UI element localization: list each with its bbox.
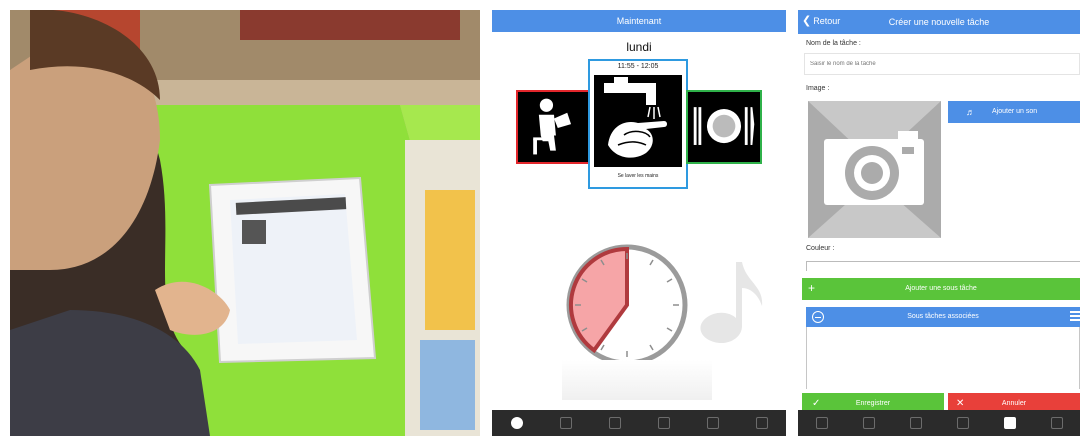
gear-icon[interactable] xyxy=(755,417,768,429)
classroom-photo xyxy=(10,10,480,436)
current-time-range: 11:55 - 12:05 xyxy=(617,63,659,70)
wash-hands-pictogram-icon xyxy=(594,75,682,167)
minus-circle-icon[interactable] xyxy=(812,311,824,323)
now-screen: Maintenant lundi 11:55 - 12:05 Se laver … xyxy=(492,10,786,436)
timer-base xyxy=(562,360,712,400)
cancel-label: Annuler xyxy=(1001,400,1027,407)
image-picker[interactable] xyxy=(808,101,941,238)
mail-icon[interactable] xyxy=(956,417,969,429)
color-label: Couleur : xyxy=(806,245,835,252)
save-label: Enregistrer xyxy=(855,400,891,407)
color-picker[interactable] xyxy=(806,261,1080,271)
chevron-left-icon: ❮ xyxy=(802,15,812,27)
task-name-input[interactable] xyxy=(804,53,1080,75)
folder-icon[interactable] xyxy=(1003,417,1016,429)
current-task-caption: Se laver les mains xyxy=(617,173,659,179)
clock-icon[interactable] xyxy=(815,417,828,429)
photo-illustration xyxy=(10,10,480,436)
create-task-header: Créer une nouvelle tâche ❮ Retour xyxy=(798,10,1080,34)
current-task-card[interactable]: 11:55 - 12:05 Se laver les mains xyxy=(588,59,688,189)
subtasks-list xyxy=(806,327,1080,389)
add-subtask-button[interactable]: + Ajouter une sous tâche xyxy=(802,278,1080,300)
image-label: Image : xyxy=(806,85,830,92)
camera-icon xyxy=(808,101,941,238)
reading-pictogram-icon xyxy=(533,98,572,155)
hamburger-menu-icon[interactable] xyxy=(1070,311,1080,321)
calendar-icon[interactable] xyxy=(862,417,875,429)
page-title: Créer une nouvelle tâche xyxy=(888,17,990,27)
plus-icon: + xyxy=(808,281,816,295)
folder-icon[interactable] xyxy=(706,417,719,429)
add-sound-label: Ajouter un son xyxy=(992,108,1038,115)
create-task-screen: Créer une nouvelle tâche ❮ Retour Nom de … xyxy=(798,10,1080,436)
gear-icon[interactable] xyxy=(1050,417,1063,429)
document-icon[interactable] xyxy=(608,417,621,429)
subtasks-title: Sous tâches associées xyxy=(907,313,979,320)
back-label: Retour xyxy=(813,16,841,26)
clock-icon[interactable] xyxy=(510,417,523,429)
next-task-card[interactable] xyxy=(686,90,762,164)
timer-clock xyxy=(566,244,688,366)
add-sound-button[interactable]: ♬ Ajouter un son xyxy=(948,101,1080,123)
now-header: Maintenant xyxy=(492,10,786,32)
add-subtask-label: Ajouter une sous tâche xyxy=(905,285,977,292)
create-task-tab-bar xyxy=(798,410,1080,436)
meal-pictogram-icon xyxy=(693,107,755,145)
task-name-label: Nom de la tâche : xyxy=(806,40,861,47)
music-note-icon[interactable] xyxy=(690,256,770,346)
previous-task-card[interactable] xyxy=(516,90,592,164)
subtasks-header: Sous tâches associées xyxy=(806,307,1080,327)
now-tab-bar xyxy=(492,410,786,436)
mail-icon[interactable] xyxy=(657,417,670,429)
back-button[interactable]: ❮ Retour xyxy=(802,10,840,32)
calendar-icon[interactable] xyxy=(559,417,572,429)
music-note-small-icon: ♬ xyxy=(966,107,975,117)
document-icon[interactable] xyxy=(909,417,922,429)
day-label: lundi xyxy=(626,40,652,54)
